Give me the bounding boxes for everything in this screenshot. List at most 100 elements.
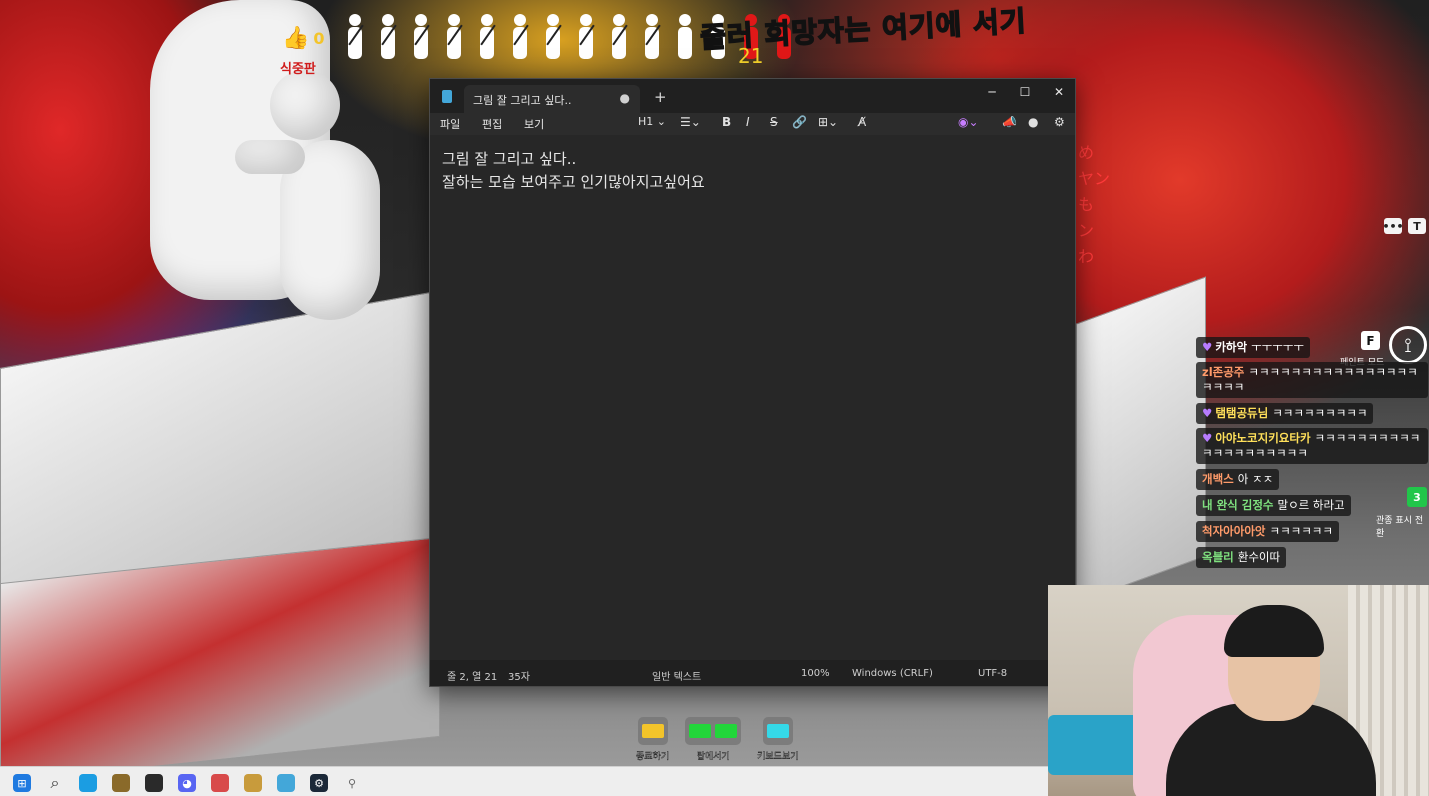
queue-player-icon xyxy=(610,14,628,60)
link-icon[interactable]: 🔗 xyxy=(792,115,807,129)
queue-player-icon xyxy=(577,14,595,60)
marble-slab-right xyxy=(1076,276,1206,604)
white-figure-head xyxy=(270,70,340,140)
table-dropdown-icon[interactable]: ⊞⌄ xyxy=(818,115,838,129)
chat-username[interactable]: zl존공주 xyxy=(1202,365,1244,379)
heading-label: H1 xyxy=(638,115,654,128)
key-chip-icon xyxy=(715,724,738,738)
chat-bubble-icon[interactable]: ••• xyxy=(1382,218,1404,234)
overlay-icon-group: ••• T xyxy=(1382,218,1426,234)
bold-button[interactable]: B xyxy=(722,115,731,129)
chat-message-box: ♥ 카하악 ㅜㅜㅜㅜㅜ xyxy=(1196,337,1310,358)
chat-username[interactable]: 내 완식 김정수 xyxy=(1202,498,1274,512)
chat-message: 개백스 아 ㅈㅈ xyxy=(1196,468,1428,494)
clear-format-icon[interactable]: A̸ xyxy=(858,115,866,129)
chat-username[interactable]: 아야노코지키요타카 xyxy=(1215,431,1310,445)
heading-dropdown[interactable]: H1 ⌄ xyxy=(638,115,666,128)
game-key-icon xyxy=(762,717,793,745)
subscriber-heart-icon: ♥ xyxy=(1202,340,1213,354)
maximize-button[interactable]: ☐ xyxy=(1008,82,1042,102)
hud-caption: 식중판 xyxy=(280,62,316,77)
chat-message-box: 개백스 아 ㅈㅈ xyxy=(1196,469,1280,490)
menu-bar: 파일 편집 보기 H1 ⌄ ☰⌄ B I S 🔗 ⊞⌄ A̸ ◉⌄ 📣 ● ⚙ xyxy=(430,113,1075,135)
text-format[interactable]: 일반 텍스트 xyxy=(652,668,701,683)
chat-text: 말ㅇ르 하라고 xyxy=(1277,498,1345,512)
game-button-bar: 종료하기 탑에서기 키보드보기 xyxy=(636,717,799,762)
italic-button[interactable]: I xyxy=(746,115,750,129)
settings-gear-icon[interactable]: ⚙ xyxy=(1054,115,1065,129)
minimize-button[interactable]: ─ xyxy=(975,82,1009,102)
chat-message: 척자아아아앗 ㅋㅋㅋㅋㅋㅋ xyxy=(1196,520,1428,546)
streamer-hair xyxy=(1224,605,1324,657)
chat-username[interactable]: 카하악 xyxy=(1215,340,1247,354)
game-button[interactable]: 키보드보기 xyxy=(757,717,799,762)
windows-start-icon[interactable]: ⊞ xyxy=(13,774,31,792)
likes-counter: 👍 0 xyxy=(282,26,325,51)
discord-icon[interactable]: ◕ xyxy=(178,774,196,792)
chat-message-box: zl존공주 ㅋㅋㅋㅋㅋㅋㅋㅋㅋㅋㅋㅋㅋㅋㅋㅋㅋㅋㅋㅋ xyxy=(1196,362,1428,398)
chat-message: ♥ 아야노코지키요타카 ㅋㅋㅋㅋㅋㅋㅋㅋㅋㅋㅋㅋㅋㅋㅋㅋㅋㅋㅋㅋ xyxy=(1196,428,1428,468)
chat-username[interactable]: 척자아아아앗 xyxy=(1202,524,1265,538)
menu-file[interactable]: 파일 xyxy=(440,116,460,132)
key-chip-icon xyxy=(766,724,789,738)
chat-username[interactable]: 탬탬공듀님 xyxy=(1215,406,1268,420)
account-icon[interactable]: ● xyxy=(1028,115,1038,129)
chat-text: ㅋㅋㅋㅋㅋㅋ xyxy=(1269,524,1333,538)
search-icon[interactable]: ⌕ xyxy=(46,773,64,792)
chat-message-box: 내 완식 김정수 말ㅇ르 하라고 xyxy=(1196,495,1351,516)
likes-count: 0 xyxy=(313,29,325,48)
cursor-position: 줄 2, 열 21 xyxy=(447,672,498,683)
chat-message: 옥블리 환수이따 xyxy=(1196,546,1428,572)
chat-username[interactable]: 옥블리 xyxy=(1202,550,1234,564)
league-icon[interactable] xyxy=(244,774,262,792)
thumbs-up-icon: 👍 xyxy=(282,26,310,51)
tab-title: 그림 잘 그리고 싶다.. xyxy=(473,94,572,107)
key-chip-icon xyxy=(641,724,664,738)
chat-panel: ♥ 카하악 ㅜㅜㅜㅜㅜ zl존공주 ㅋㅋㅋㅋㅋㅋㅋㅋㅋㅋㅋㅋㅋㅋㅋㅋㅋㅋㅋㅋ ♥ 탬탬공듀님… xyxy=(1196,336,1428,572)
chat-message: ♥ 탬탬공듀님 ㅋㅋㅋㅋㅋㅋㅋㅋㅋ xyxy=(1196,402,1428,428)
chat-text: ㅜㅜㅜㅜㅜ xyxy=(1251,340,1304,354)
chat-message: zl존공주 ㅋㅋㅋㅋㅋㅋㅋㅋㅋㅋㅋㅋㅋㅋㅋㅋㅋㅋㅋㅋ xyxy=(1196,362,1428,402)
game-button-label: 탑에서기 xyxy=(696,752,730,762)
game-button[interactable]: 종료하기 xyxy=(636,717,669,762)
zoom-level[interactable]: 100% xyxy=(801,668,830,679)
obs-icon[interactable] xyxy=(145,774,163,792)
chat-message-box: ♥ 탬탬공듀님 ㅋㅋㅋㅋㅋㅋㅋㅋㅋ xyxy=(1196,403,1374,424)
queue-player-icon xyxy=(676,14,694,60)
menu-edit[interactable]: 편집 xyxy=(482,116,502,132)
notepad-window[interactable]: 그림 잘 그리고 싶다.. ● + ─ ☐ ✕ 파일 편집 보기 H1 ⌄ ☰⌄… xyxy=(429,78,1076,687)
new-tab-button[interactable]: + xyxy=(654,88,667,106)
unsaved-dot-icon[interactable]: ● xyxy=(620,91,630,105)
taskbar: ⊞ ⌕ ◕ ⚙ ⚲ xyxy=(0,766,1048,796)
game-button-label: 키보드보기 xyxy=(757,752,799,762)
text-toggle-icon[interactable]: T xyxy=(1408,218,1426,234)
list-dropdown-icon[interactable]: ☰⌄ xyxy=(680,115,701,129)
strikethrough-button[interactable]: S xyxy=(770,115,778,129)
title-bar[interactable]: 그림 잘 그리고 싶다.. ● + ─ ☐ ✕ xyxy=(430,79,1075,113)
copilot-dropdown-icon[interactable]: ◉⌄ xyxy=(958,115,979,129)
notepad-icon[interactable] xyxy=(277,774,295,792)
streaming-app-icon[interactable] xyxy=(211,774,229,792)
line-ending[interactable]: Windows (CRLF) xyxy=(852,668,933,679)
encoding[interactable]: UTF-8 xyxy=(978,668,1007,679)
steam-icon[interactable]: ⚙ xyxy=(310,774,328,792)
chat-username[interactable]: 개백스 xyxy=(1202,472,1234,486)
edge-icon[interactable] xyxy=(79,774,97,792)
queue-player-icon xyxy=(511,14,529,60)
webcam-feed xyxy=(1048,585,1429,796)
queue-player-icon xyxy=(379,14,397,60)
queue-player-icon xyxy=(412,14,430,60)
chat-message: 내 완식 김정수 말ㅇ르 하라고 xyxy=(1196,494,1428,520)
close-button[interactable]: ✕ xyxy=(1042,82,1076,102)
char-count: 35자 xyxy=(508,672,530,683)
game-button[interactable]: 탑에서기 xyxy=(685,717,742,762)
editor-line-2: 잘하는 모습 보여주고 인기많아지고싶어요 xyxy=(442,173,705,191)
text-editor[interactable]: 그림 잘 그리고 싶다.. 잘하는 모습 보여주고 인기많아지고싶어요 xyxy=(430,135,1075,661)
game-key-icon xyxy=(637,717,668,745)
subscriber-heart-icon: ♥ xyxy=(1202,431,1213,445)
feedback-icon[interactable]: 📣 xyxy=(1002,115,1017,129)
menu-view[interactable]: 보기 xyxy=(524,116,544,132)
tool-icon[interactable]: ⚲ xyxy=(343,774,361,792)
tab-document[interactable]: 그림 잘 그리고 싶다.. ● xyxy=(464,85,640,113)
game-app-icon[interactable] xyxy=(112,774,130,792)
